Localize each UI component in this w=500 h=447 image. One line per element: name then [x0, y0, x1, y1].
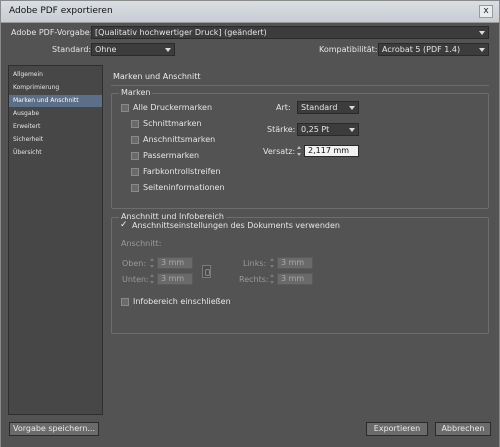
bleed-top-stepper[interactable] [149, 257, 156, 269]
color-bars-label: Farbkontrollstreifen [143, 167, 221, 176]
bleed-left-stepper[interactable] [269, 257, 276, 269]
bleed-top-field[interactable]: 3 mm [157, 257, 193, 269]
checkmark-icon[interactable]: ✓ [120, 221, 128, 230]
include-slug-label: Infobereich einschließen [133, 297, 231, 306]
bleed-marks-checkbox[interactable] [131, 136, 139, 144]
sidebar-item-komprimierung[interactable]: Komprimierung [9, 82, 102, 94]
export-dialog: Adobe PDF exportieren x Adobe PDF-Vorgab… [0, 0, 500, 447]
bleed-right-field[interactable]: 3 mm [277, 273, 313, 285]
registration-marks-checkbox[interactable] [131, 152, 139, 160]
cancel-button[interactable]: Abbrechen [435, 422, 491, 436]
weight-dropdown[interactable]: 0,25 Pt [297, 123, 359, 136]
bleed-label: Anschnitt: [121, 239, 162, 248]
type-label: Art: [276, 103, 291, 112]
marks-group-title: Marken [119, 88, 153, 97]
bleed-bottom-label: Unten: [122, 275, 149, 284]
bleed-left-field[interactable]: 3 mm [277, 257, 313, 269]
compat-dropdown[interactable]: Acrobat 5 (PDF 1.4) [378, 43, 489, 56]
sidebar-item-uebersicht[interactable]: Übersicht [9, 147, 102, 159]
preset-dropdown[interactable]: [Qualitativ hochwertiger Druck] (geänder… [91, 26, 489, 39]
bleed-bottom-field[interactable]: 3 mm [157, 273, 193, 285]
type-dropdown[interactable]: Standard [297, 101, 359, 114]
divider [111, 85, 489, 86]
chevron-down-icon [165, 48, 171, 52]
use-doc-bleed-label: Anschnittseinstellungen des Dokuments ve… [132, 221, 340, 230]
sidebar: Allgemein Komprimierung Marken und Ansch… [8, 65, 103, 415]
bleed-right-label: Rechts: [239, 275, 269, 284]
page-info-checkbox[interactable] [131, 184, 139, 192]
sidebar-item-sicherheit[interactable]: Sicherheit [9, 134, 102, 146]
color-bars-checkbox[interactable] [131, 168, 139, 176]
bleed-marks-label: Anschnittsmarken [143, 135, 216, 144]
page-title: Marken und Anschnitt [113, 72, 201, 81]
standard-value: Ohne [95, 45, 117, 54]
all-marks-checkbox[interactable] [121, 104, 129, 112]
offset-field[interactable]: 2,117 mm [304, 145, 359, 157]
type-value: Standard [301, 103, 338, 112]
crop-marks-label: Schnittmarken [143, 119, 202, 128]
sidebar-item-erweitert[interactable]: Erweitert [9, 121, 102, 133]
crop-marks-checkbox[interactable] [131, 120, 139, 128]
save-preset-button[interactable]: Vorgabe speichern... [9, 422, 99, 436]
export-button[interactable]: Exportieren [366, 422, 428, 436]
weight-value: 0,25 Pt [301, 125, 330, 134]
sidebar-item-marken-und-anschnitt[interactable]: Marken und Anschnitt [9, 95, 102, 107]
sidebar-item-allgemein[interactable]: Allgemein [9, 69, 102, 81]
chevron-down-icon [349, 106, 355, 110]
compat-value: Acrobat 5 (PDF 1.4) [382, 45, 461, 54]
weight-label: Stärke: [267, 125, 296, 134]
title-bar: Adobe PDF exportieren x [1, 1, 499, 23]
all-marks-label: Alle Druckermarken [133, 103, 213, 112]
preset-label: Adobe PDF-Vorgabe: [11, 28, 93, 37]
sidebar-item-ausgabe[interactable]: Ausgabe [9, 108, 102, 120]
offset-label: Versatz: [263, 147, 296, 156]
preset-value: [Qualitativ hochwertiger Druck] (geänder… [95, 28, 267, 37]
bleed-group-title: Anschnitt und Infobereich [119, 212, 226, 221]
bleed-right-stepper[interactable] [269, 273, 276, 285]
dialog-body: Adobe PDF-Vorgabe: [Qualitativ hochwerti… [1, 24, 499, 447]
chevron-down-icon [479, 48, 485, 52]
bleed-bottom-stepper[interactable] [149, 273, 156, 285]
standard-dropdown[interactable]: Ohne [91, 43, 175, 56]
chevron-down-icon [479, 31, 485, 35]
page-info-label: Seiteninformationen [143, 183, 225, 192]
registration-marks-label: Passermarken [143, 151, 200, 160]
window-title: Adobe PDF exportieren [9, 6, 113, 16]
close-icon[interactable]: x [479, 5, 493, 18]
bleed-top-label: Oben: [122, 259, 147, 268]
chevron-down-icon [349, 128, 355, 132]
standard-label: Standard: [52, 45, 92, 54]
chain-link-icon[interactable] [202, 265, 211, 278]
bleed-left-label: Links: [243, 259, 267, 268]
offset-stepper[interactable] [296, 145, 303, 157]
include-slug-checkbox[interactable] [121, 298, 129, 306]
compat-label: Kompatibilität: [319, 45, 378, 54]
